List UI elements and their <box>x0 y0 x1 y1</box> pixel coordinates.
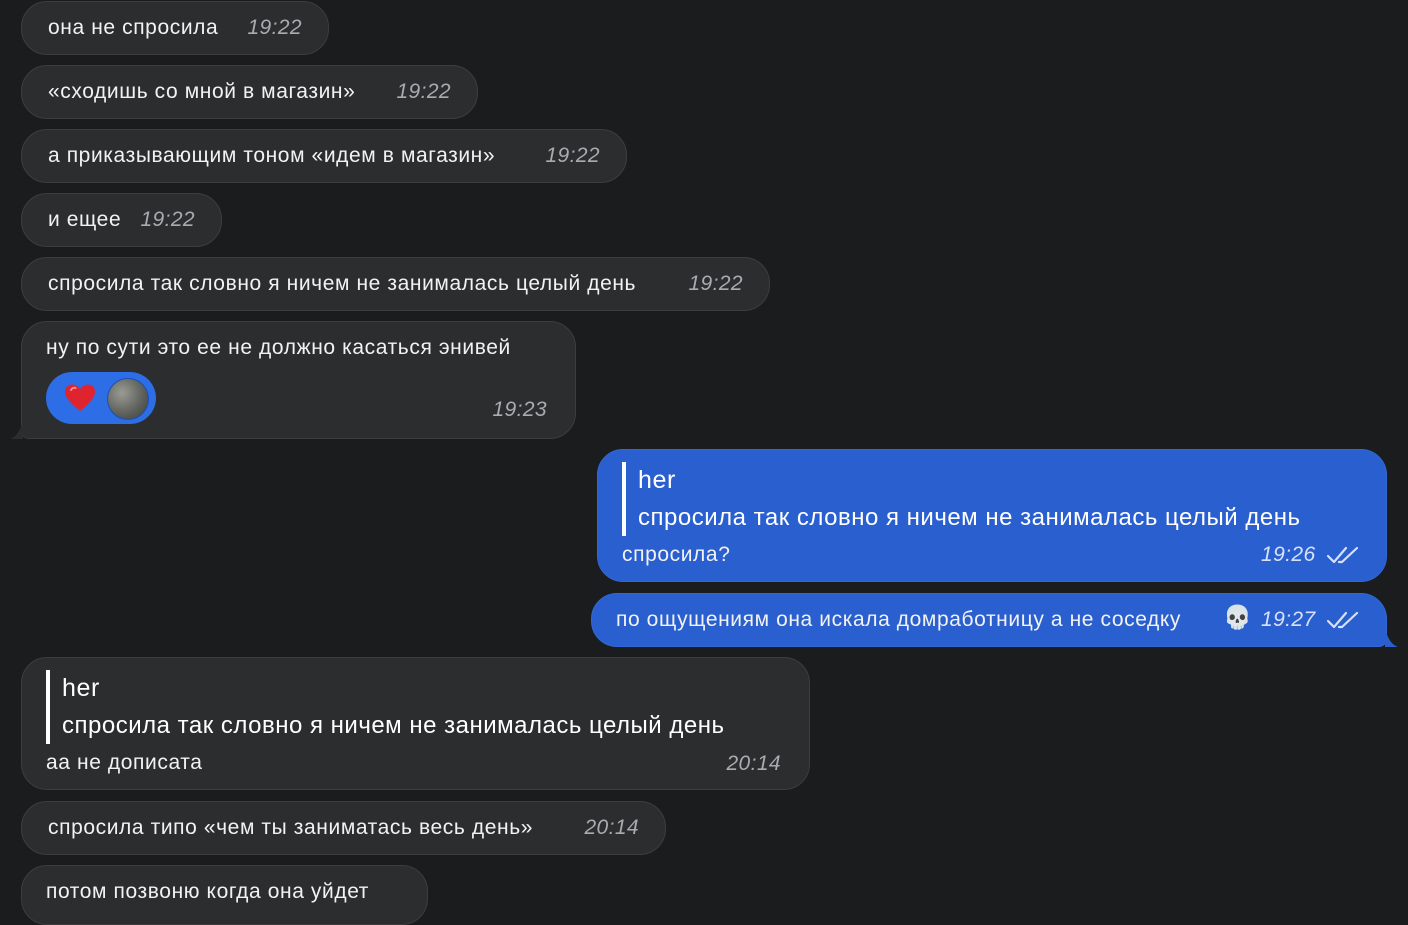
message-text: она не спросила <box>48 16 219 39</box>
message-text: спросила так словно я ничем не занималас… <box>48 272 637 295</box>
message-incoming[interactable]: her спросила так словно я ничем не заним… <box>21 657 810 790</box>
message-outgoing[interactable]: по ощущениям она искала домработницу а н… <box>591 593 1398 647</box>
message-incoming[interactable]: потом позвоню когда она уйдет <box>21 865 428 925</box>
message-time: 20:14 <box>584 816 639 839</box>
quote-author: her <box>638 466 676 494</box>
quote-text: спросила так словно я ничем не занималас… <box>638 504 1301 531</box>
message-text: потом позвоню когда она уйдет <box>46 880 370 903</box>
chat-history: она не спросила 19:22 «сходишь со мной в… <box>0 0 1408 925</box>
heart-icon <box>65 384 95 411</box>
message-incoming[interactable]: и ещее 19:22 <box>21 193 222 247</box>
message-incoming[interactable]: она не спросила 19:22 <box>21 1 329 55</box>
message-text: ну по сути это ее не должно касаться эни… <box>46 336 511 359</box>
reply-quote[interactable]: her спросила так словно я ничем не заним… <box>622 462 1300 536</box>
message-text: аа не дописата <box>46 751 203 774</box>
message-time: 19:27 <box>1261 608 1316 631</box>
double-check-icon <box>1326 547 1359 564</box>
message-time: 19:26 <box>1261 543 1316 566</box>
reaction-chip[interactable] <box>46 372 156 424</box>
message-time: 19:22 <box>545 144 600 167</box>
message-incoming[interactable]: спросила так словно я ничем не занималас… <box>21 257 770 311</box>
double-check-icon <box>1326 612 1359 629</box>
message-time: 19:23 <box>492 398 547 421</box>
message-incoming[interactable]: «сходишь со мной в магазин» 19:22 <box>21 65 478 119</box>
quote-text: спросила так словно я ничем не занималас… <box>62 712 725 739</box>
message-text: а приказывающим тоном «идем в магазин» <box>48 144 496 167</box>
message-incoming[interactable]: а приказывающим тоном «идем в магазин» 1… <box>21 129 627 183</box>
message-time: 19:22 <box>688 272 743 295</box>
message-time: 19:22 <box>247 16 302 39</box>
message-text: и ещее <box>48 208 122 231</box>
bubble-tail <box>10 421 23 439</box>
skull-emoji: 💀 <box>1223 604 1253 630</box>
message-outgoing[interactable]: her спросила так словно я ничем не заним… <box>597 449 1387 582</box>
message-time: 19:22 <box>140 208 195 231</box>
message-time: 20:14 <box>726 752 781 775</box>
message-text: «сходишь со мной в магазин» <box>48 80 356 103</box>
message-text: по ощущениям она искала домработницу а н… <box>616 608 1182 631</box>
message-time: 19:22 <box>396 80 451 103</box>
message-incoming[interactable]: ну по сути это ее не должно касаться эни… <box>10 321 576 439</box>
quote-author: her <box>62 674 100 702</box>
message-text: спросила? <box>622 543 731 566</box>
bubble-tail <box>1385 629 1398 647</box>
message-text: спросила типо «чем ты заниматась весь де… <box>48 816 534 839</box>
reply-quote[interactable]: her спросила так словно я ничем не заним… <box>46 670 724 744</box>
message-incoming[interactable]: спросила типо «чем ты заниматась весь де… <box>21 801 666 855</box>
reactor-avatar <box>107 378 149 420</box>
